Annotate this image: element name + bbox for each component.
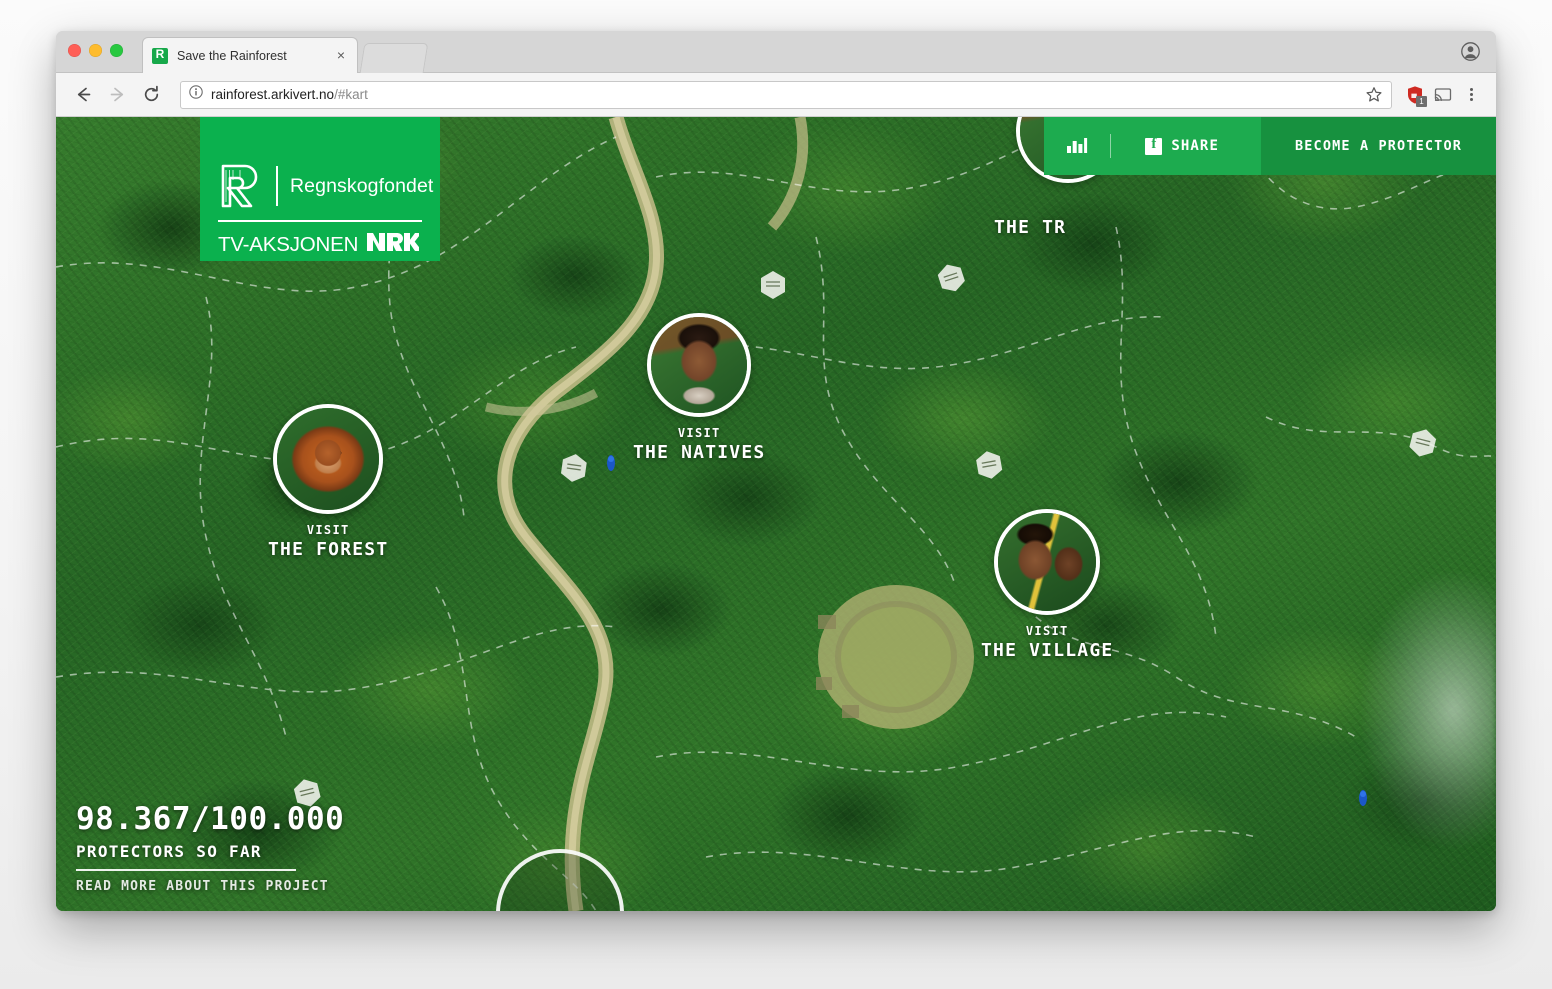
macaw-marker-icon[interactable]: [604, 454, 618, 472]
hotspot-kicker: VISIT: [1025, 624, 1069, 638]
hotspot-the-village[interactable]: VISIT THE VILLAGE: [981, 509, 1113, 661]
extension-badge-count: 1: [1416, 95, 1427, 107]
share-label: SHARE: [1171, 138, 1219, 154]
hotspot-the-natives[interactable]: VISIT THE NATIVES: [633, 313, 765, 463]
hotspot-label-the-forest: VISIT THE FOREST: [268, 523, 388, 560]
regnskogfondet-r-logo-icon: [218, 163, 264, 209]
page-viewport: THE TR Regnskogfondet TV-AKSJONEN f SHAR…: [56, 117, 1496, 911]
address-bar[interactable]: rainforest.arkivert.no/#kart: [180, 80, 1392, 109]
waterfall-mist: [1326, 557, 1496, 897]
orangutan-photo: [277, 408, 380, 510]
counter-subtitle: PROTECTORS SO FAR: [76, 842, 262, 861]
nrk-logo-icon: [367, 231, 423, 258]
browser-tab-strip: Save the Rainforest ×: [56, 31, 1496, 73]
minimize-window-button[interactable]: [89, 44, 102, 57]
village-children-photo: [998, 513, 1097, 611]
logo-org-name: Regnskogfondet: [290, 174, 434, 197]
logo-rule: [218, 220, 422, 222]
hotspot-title: THE FOREST: [268, 539, 389, 560]
bar-chart-icon: [1066, 135, 1088, 158]
hotspot-title: THE NATIVES: [633, 442, 766, 463]
browser-toolbar: rainforest.arkivert.no/#kart 1: [56, 73, 1496, 117]
logo-bottom-row: TV-AKSJONEN: [218, 231, 423, 258]
forward-arrow-icon: [102, 80, 132, 110]
map-badge-icon[interactable]: [972, 447, 1007, 482]
three-dot-menu-icon[interactable]: [1458, 82, 1484, 108]
tab-close-icon[interactable]: ×: [333, 47, 349, 64]
macaw-marker-icon[interactable]: [1356, 789, 1370, 807]
tab-title: Save the Rainforest: [177, 48, 287, 63]
maximize-window-button[interactable]: [110, 44, 123, 57]
hotspot-photo-the-forest[interactable]: [273, 404, 384, 514]
profile-avatar-icon[interactable]: [1461, 42, 1480, 61]
url-domain: rainforest.arkivert.no: [211, 87, 335, 102]
hotspot-photo-the-village[interactable]: [994, 509, 1101, 615]
back-arrow-icon[interactable]: [68, 80, 98, 110]
url-fragment: /#kart: [334, 87, 368, 102]
logo-divider: [276, 166, 278, 206]
map-badge-icon[interactable]: [557, 450, 591, 484]
page-info-icon[interactable]: [189, 85, 203, 104]
hotspot-photo-the-natives[interactable]: [647, 313, 752, 417]
read-more-link[interactable]: READ MORE ABOUT THIS PROJECT: [76, 879, 329, 894]
site-logo-block[interactable]: Regnskogfondet TV-AKSJONEN: [200, 117, 440, 261]
new-tab-button[interactable]: [359, 43, 429, 73]
desktop-background: Save the Rainforest ×: [0, 0, 1552, 989]
counter-rule: [76, 869, 296, 871]
window-traffic-lights: [68, 44, 123, 57]
browser-window: Save the Rainforest ×: [56, 31, 1496, 911]
hotspot-kicker: VISIT: [306, 523, 350, 537]
protector-counter: 98.367/100.000 PROTECTORS SO FAR READ MO…: [76, 804, 344, 895]
cast-icon[interactable]: [1430, 82, 1456, 108]
shield-extension-icon[interactable]: 1: [1402, 82, 1428, 108]
become-a-protector-button[interactable]: BECOME A PROTECTOR: [1261, 117, 1496, 175]
hotspot-label-the-natives: VISIT THE NATIVES: [633, 426, 765, 463]
native-girl-photo: [651, 317, 748, 413]
hotspot-label-the-village: VISIT THE VILLAGE: [981, 624, 1113, 661]
url-text: rainforest.arkivert.no/#kart: [211, 87, 1365, 102]
map-badge-icon[interactable]: [758, 269, 788, 299]
become-a-protector-label: BECOME A PROTECTOR: [1295, 138, 1462, 154]
hotspot-kicker: VISIT: [677, 426, 721, 440]
facebook-icon: [1145, 136, 1163, 155]
counter-value: 98.367/100.000: [76, 801, 345, 837]
share-group: SHARE: [1044, 117, 1261, 175]
bookmark-star-icon[interactable]: [1365, 86, 1383, 104]
browser-tab[interactable]: Save the Rainforest ×: [142, 37, 358, 73]
hotspot-the-forest[interactable]: VISIT THE FOREST: [268, 404, 388, 560]
reload-icon[interactable]: [136, 80, 166, 110]
site-top-nav: SHARE BECOME A PROTECTOR: [1044, 117, 1496, 175]
stats-button[interactable]: [1044, 117, 1110, 175]
hotspot-title: THE VILLAGE: [981, 640, 1114, 661]
logo-top-row: Regnskogfondet: [218, 163, 433, 209]
share-button[interactable]: SHARE: [1111, 117, 1255, 175]
logo-campaign-name: TV-AKSJONEN: [218, 232, 359, 256]
close-window-button[interactable]: [68, 44, 81, 57]
tab-favicon-icon: [152, 47, 168, 64]
hotspot-clipped-top-label: THE TR: [994, 217, 1067, 238]
